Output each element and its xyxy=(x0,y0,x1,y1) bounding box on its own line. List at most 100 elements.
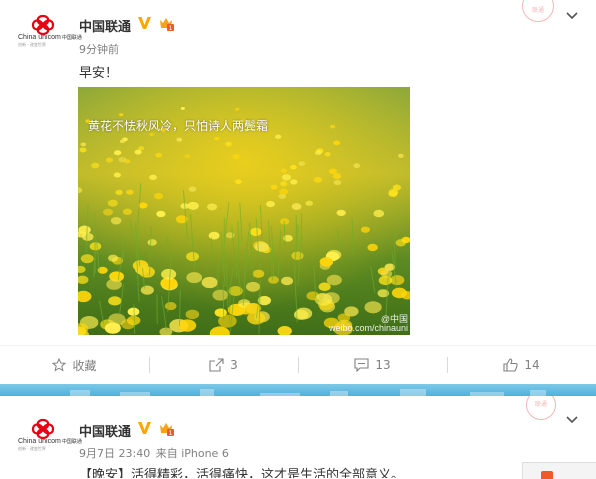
flower xyxy=(379,276,393,285)
comment-button[interactable]: 13 xyxy=(298,346,447,384)
flower xyxy=(373,210,384,218)
action-bar: 收藏 3 13 14 xyxy=(0,345,596,384)
flower xyxy=(207,203,217,210)
flower xyxy=(317,293,328,301)
flower xyxy=(103,209,113,216)
flower xyxy=(209,232,220,240)
post-text: 早安！ xyxy=(79,62,118,81)
share-count: 3 xyxy=(230,358,238,372)
flower xyxy=(161,269,176,280)
flower xyxy=(111,217,122,224)
author-name[interactable]: 中国联通 xyxy=(79,16,131,35)
flower xyxy=(330,125,335,129)
flower xyxy=(327,275,342,286)
vip-badge-icon: 1 xyxy=(158,422,174,436)
flower xyxy=(184,154,190,158)
like-button[interactable]: 14 xyxy=(447,346,596,384)
post-time[interactable]: 9月7日 23:40 xyxy=(79,447,150,460)
share-icon xyxy=(209,358,224,372)
flower xyxy=(338,313,350,322)
flower xyxy=(282,174,291,180)
flower xyxy=(181,107,185,110)
flower xyxy=(80,148,87,153)
flower xyxy=(123,208,132,214)
chevron-down-icon[interactable] xyxy=(566,416,578,424)
flower xyxy=(156,211,165,217)
image-watermark-url: weibo.com/chinauni xyxy=(329,323,408,333)
flower xyxy=(114,150,121,155)
flower xyxy=(149,175,157,180)
flower xyxy=(364,301,381,313)
logo-brand-en: China unicom xyxy=(18,438,61,445)
flower xyxy=(266,201,275,207)
flower xyxy=(271,185,278,190)
flower xyxy=(108,200,118,207)
flower xyxy=(361,226,370,232)
flower xyxy=(134,150,141,155)
flower xyxy=(298,161,305,166)
flower xyxy=(398,154,404,158)
flower xyxy=(235,108,239,111)
share-button[interactable]: 3 xyxy=(149,346,298,384)
flower xyxy=(295,308,312,320)
flower xyxy=(314,177,322,183)
comment-count: 13 xyxy=(375,358,390,372)
flower xyxy=(186,252,199,261)
flower xyxy=(128,308,140,316)
post-text: 【晚安】活得精彩，活得痛快，这才是生活的全部意义。 xyxy=(79,464,404,478)
flower xyxy=(214,137,219,141)
flower xyxy=(81,254,94,263)
flower xyxy=(186,310,200,320)
flower xyxy=(393,185,401,191)
logo-slogan: 创新 · 改变世界 xyxy=(18,42,46,48)
background-strip xyxy=(0,384,596,396)
flower xyxy=(253,270,265,278)
flower xyxy=(176,138,182,142)
flower xyxy=(226,232,235,238)
post-source[interactable]: 来自 iPhone 6 xyxy=(156,447,229,460)
flower xyxy=(281,169,288,174)
flower xyxy=(106,279,122,290)
flower xyxy=(179,319,197,331)
svg-text:1: 1 xyxy=(169,25,173,31)
flower xyxy=(315,150,322,155)
flower xyxy=(281,277,293,285)
avatar[interactable]: China unicom中国联通 创新 · 改变世界 xyxy=(18,14,70,52)
flower xyxy=(396,239,406,246)
flower xyxy=(329,168,337,174)
flower xyxy=(114,172,121,177)
post-time[interactable]: 9分钟前 xyxy=(79,41,119,57)
avatar[interactable]: China unicom中国联通 创新 · 改变世界 xyxy=(18,418,70,456)
flower xyxy=(165,302,177,310)
flower xyxy=(319,282,331,290)
svg-text:1: 1 xyxy=(169,430,173,436)
flower xyxy=(353,163,360,168)
favorite-button[interactable]: 收藏 xyxy=(0,346,149,384)
like-count: 14 xyxy=(524,358,539,372)
flower xyxy=(141,286,154,295)
post-image[interactable]: 黄花不怯秋风冷，只怕诗人两鬓霜 @中国 weibo.com/chinauni xyxy=(78,87,410,335)
flower xyxy=(324,152,330,156)
flower xyxy=(126,189,134,194)
background-pattern xyxy=(0,387,596,396)
comment-icon xyxy=(354,358,369,372)
flower xyxy=(280,181,287,186)
flower xyxy=(105,322,121,333)
author-name[interactable]: 中国联通 xyxy=(79,421,131,440)
flower xyxy=(108,296,121,305)
flower xyxy=(279,189,288,195)
flower xyxy=(367,244,377,251)
grass-stem xyxy=(395,229,396,269)
flower xyxy=(255,242,269,252)
feed-card: China unicom中国联通 创新 · 改变世界 中国联通 1 联通 9月7… xyxy=(0,396,596,478)
flower xyxy=(121,319,135,329)
floating-panel[interactable] xyxy=(522,462,596,479)
chevron-down-icon[interactable] xyxy=(566,12,578,20)
flower xyxy=(290,179,297,184)
flower xyxy=(186,272,202,283)
flower xyxy=(119,113,123,116)
flower xyxy=(120,140,125,144)
image-caption: 黄花不怯秋风冷，只怕诗人两鬓霜 xyxy=(88,117,268,134)
flower xyxy=(268,276,279,284)
flower xyxy=(154,193,163,199)
